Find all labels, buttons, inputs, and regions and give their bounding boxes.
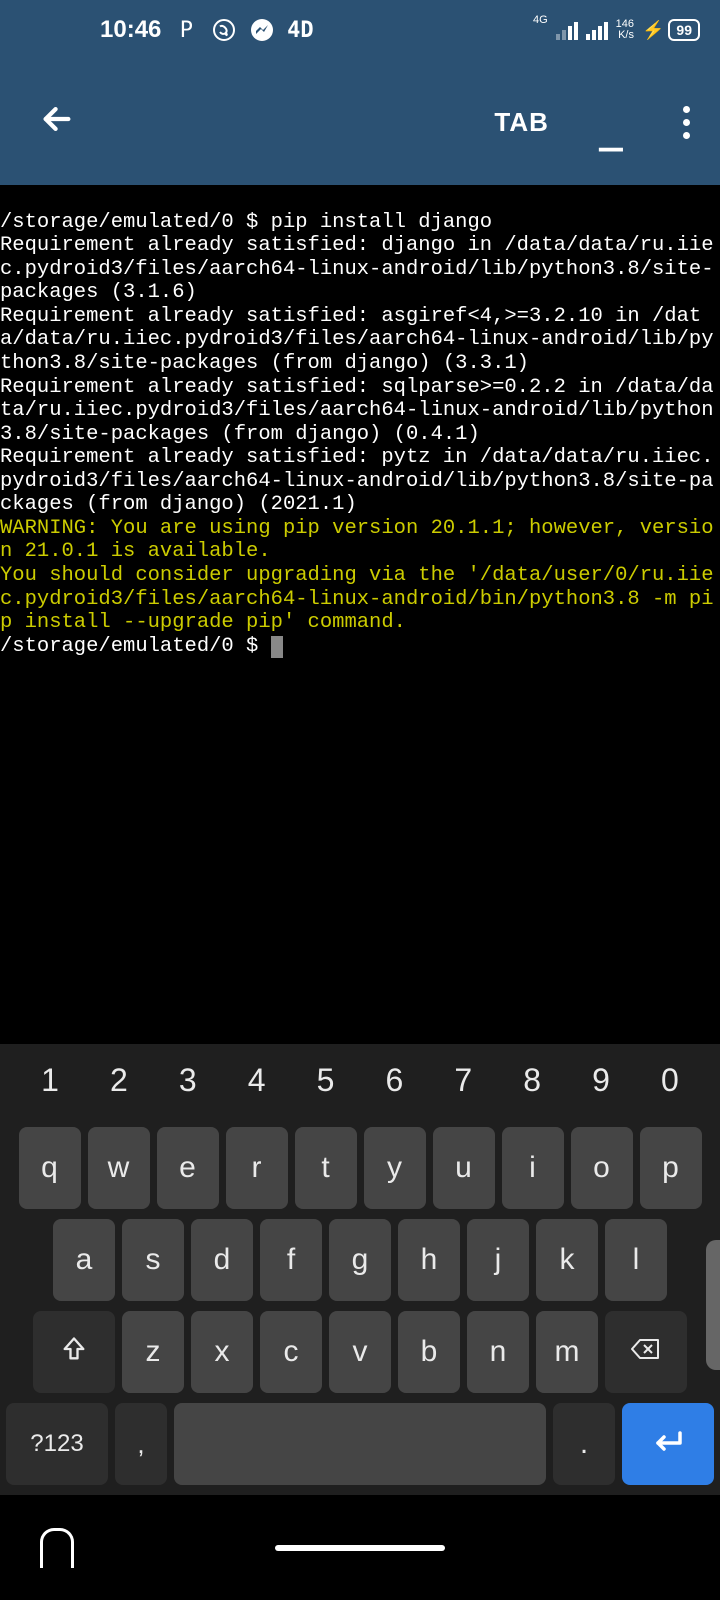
keyboard-row-4: ?123 , . — [6, 1403, 714, 1485]
terminal-output[interactable]: /storage/emulated/0 $ pip install django… — [0, 185, 720, 980]
soft-keyboard: 1 2 3 4 5 6 7 8 9 0 q w e r t y u i o p … — [0, 1044, 720, 1495]
key-1[interactable]: 1 — [20, 1056, 80, 1105]
key-period[interactable]: . — [553, 1403, 615, 1485]
status-time: 10:46 — [100, 16, 161, 44]
key-h[interactable]: h — [398, 1219, 460, 1301]
key-7[interactable]: 7 — [433, 1056, 493, 1105]
key-v[interactable]: v — [329, 1311, 391, 1393]
key-k[interactable]: k — [536, 1219, 598, 1301]
terminal-line: Requirement already satisfied: sqlparse>… — [0, 376, 720, 447]
cursor-icon — [271, 636, 283, 658]
key-n[interactable]: n — [467, 1311, 529, 1393]
key-i[interactable]: i — [502, 1127, 564, 1209]
key-m[interactable]: m — [536, 1311, 598, 1393]
key-g[interactable]: g — [329, 1219, 391, 1301]
key-t[interactable]: t — [295, 1127, 357, 1209]
messenger-icon — [249, 17, 275, 43]
backspace-icon — [630, 1336, 662, 1368]
key-4[interactable]: 4 — [227, 1056, 287, 1105]
terminal-prompt-line: /storage/emulated/0 $ pip install django — [0, 211, 720, 235]
key-u[interactable]: u — [433, 1127, 495, 1209]
enter-icon — [650, 1425, 686, 1464]
key-y[interactable]: y — [364, 1127, 426, 1209]
key-6[interactable]: 6 — [364, 1056, 424, 1105]
terminal-prompt-line: /storage/emulated/0 $ — [0, 635, 720, 659]
nav-recent-button[interactable] — [40, 1528, 74, 1568]
key-o[interactable]: o — [571, 1127, 633, 1209]
charging-icon: ⚡ — [642, 20, 664, 41]
keyboard-number-row: 1 2 3 4 5 6 7 8 9 0 — [6, 1052, 714, 1117]
key-z[interactable]: z — [122, 1311, 184, 1393]
status-bar: 10:46 P 4D 4G 146K/s ⚡ 99 — [0, 0, 720, 60]
nav-bar — [0, 1495, 720, 1600]
back-button[interactable] — [20, 90, 94, 156]
network-type: 4G — [533, 14, 548, 26]
terminal-line: Requirement already satisfied: asgiref<4… — [0, 305, 720, 376]
key-e[interactable]: e — [157, 1127, 219, 1209]
key-s[interactable]: s — [122, 1219, 184, 1301]
key-a[interactable]: a — [53, 1219, 115, 1301]
key-j[interactable]: j — [467, 1219, 529, 1301]
signal-icon-2 — [586, 20, 608, 40]
key-3[interactable]: 3 — [158, 1056, 218, 1105]
key-f[interactable]: f — [260, 1219, 322, 1301]
key-9[interactable]: 9 — [571, 1056, 631, 1105]
more-menu-button[interactable] — [673, 96, 700, 149]
key-comma[interactable]: , — [115, 1403, 167, 1485]
whatsapp-icon — [211, 17, 237, 43]
parking-icon: P — [173, 17, 199, 43]
edge-handle[interactable] — [706, 1240, 720, 1370]
key-c[interactable]: c — [260, 1311, 322, 1393]
keyboard-row-2: a s d f g h j k l — [6, 1219, 714, 1301]
key-backspace[interactable] — [605, 1311, 687, 1393]
terminal-warning: You should consider upgrading via the '/… — [0, 564, 720, 635]
key-r[interactable]: r — [226, 1127, 288, 1209]
terminal-line: Requirement already satisfied: pytz in /… — [0, 446, 720, 517]
key-2[interactable]: 2 — [89, 1056, 149, 1105]
key-symbols[interactable]: ?123 — [6, 1403, 108, 1485]
minimize-button[interactable]: _ — [589, 119, 633, 139]
keyboard-row-3: z x c v b n m — [6, 1311, 714, 1393]
key-l[interactable]: l — [605, 1219, 667, 1301]
key-x[interactable]: x — [191, 1311, 253, 1393]
key-b[interactable]: b — [398, 1311, 460, 1393]
network-speed: 146K/s — [616, 19, 634, 41]
notification-icon: 4D — [287, 17, 313, 43]
key-d[interactable]: d — [191, 1219, 253, 1301]
nav-home-indicator[interactable] — [275, 1545, 445, 1551]
signal-icon-1 — [556, 20, 578, 40]
key-q[interactable]: q — [19, 1127, 81, 1209]
shift-icon — [60, 1334, 88, 1371]
key-enter[interactable] — [622, 1403, 714, 1485]
terminal-line: Requirement already satisfied: django in… — [0, 234, 720, 305]
key-shift[interactable] — [33, 1311, 115, 1393]
key-w[interactable]: w — [88, 1127, 150, 1209]
battery-level: 99 — [668, 19, 700, 41]
key-5[interactable]: 5 — [296, 1056, 356, 1105]
tab-button[interactable]: TAB — [494, 107, 549, 138]
keyboard-row-1: q w e r t y u i o p — [6, 1127, 714, 1209]
terminal-warning: WARNING: You are using pip version 20.1.… — [0, 517, 720, 564]
key-space[interactable] — [174, 1403, 546, 1485]
key-8[interactable]: 8 — [502, 1056, 562, 1105]
key-0[interactable]: 0 — [640, 1056, 700, 1105]
app-bar: TAB _ — [0, 60, 720, 185]
key-p[interactable]: p — [640, 1127, 702, 1209]
